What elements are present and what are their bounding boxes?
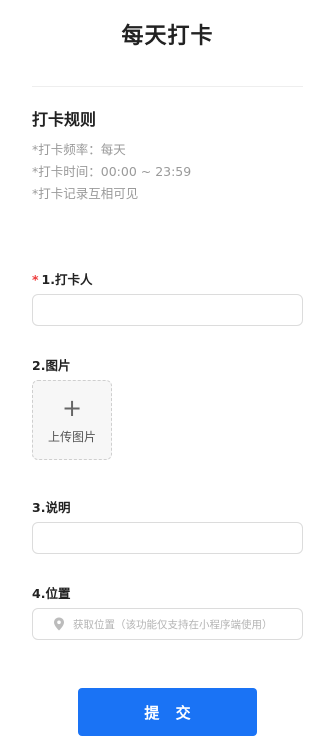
rule-visibility: *打卡记录互相可见 [32,186,139,201]
location-pin-icon [54,617,64,631]
rule-time: *打卡时间：00:00 ~ 23:59 [32,164,192,179]
location-placeholder: 获取位置（该功能仅支持在小程序端使用） [73,618,273,631]
field-label-checker: * 1.打卡人 [32,269,93,288]
submit-button[interactable]: 提 交 [78,688,257,736]
field-label-description: 3.说明 [32,500,71,515]
location-field[interactable]: 获取位置（该功能仅支持在小程序端使用） [32,608,303,640]
checker-input[interactable] [32,294,303,326]
page-title: 每天打卡 [121,24,214,49]
field-label-location: 4.位置 [32,586,71,601]
field-label-checker-text: 1.打卡人 [41,272,93,287]
plus-icon: + [61,393,83,422]
upload-image-label: 上传图片 [47,429,96,444]
rules-title: 打卡规则 [32,110,97,129]
description-input[interactable] [32,522,303,554]
field-label-image: 2.图片 [32,358,71,373]
upload-image-button[interactable]: + 上传图片 [32,380,112,460]
required-mark: * [32,272,39,287]
divider [32,86,303,87]
rule-frequency: *打卡频率：每天 [32,142,126,157]
